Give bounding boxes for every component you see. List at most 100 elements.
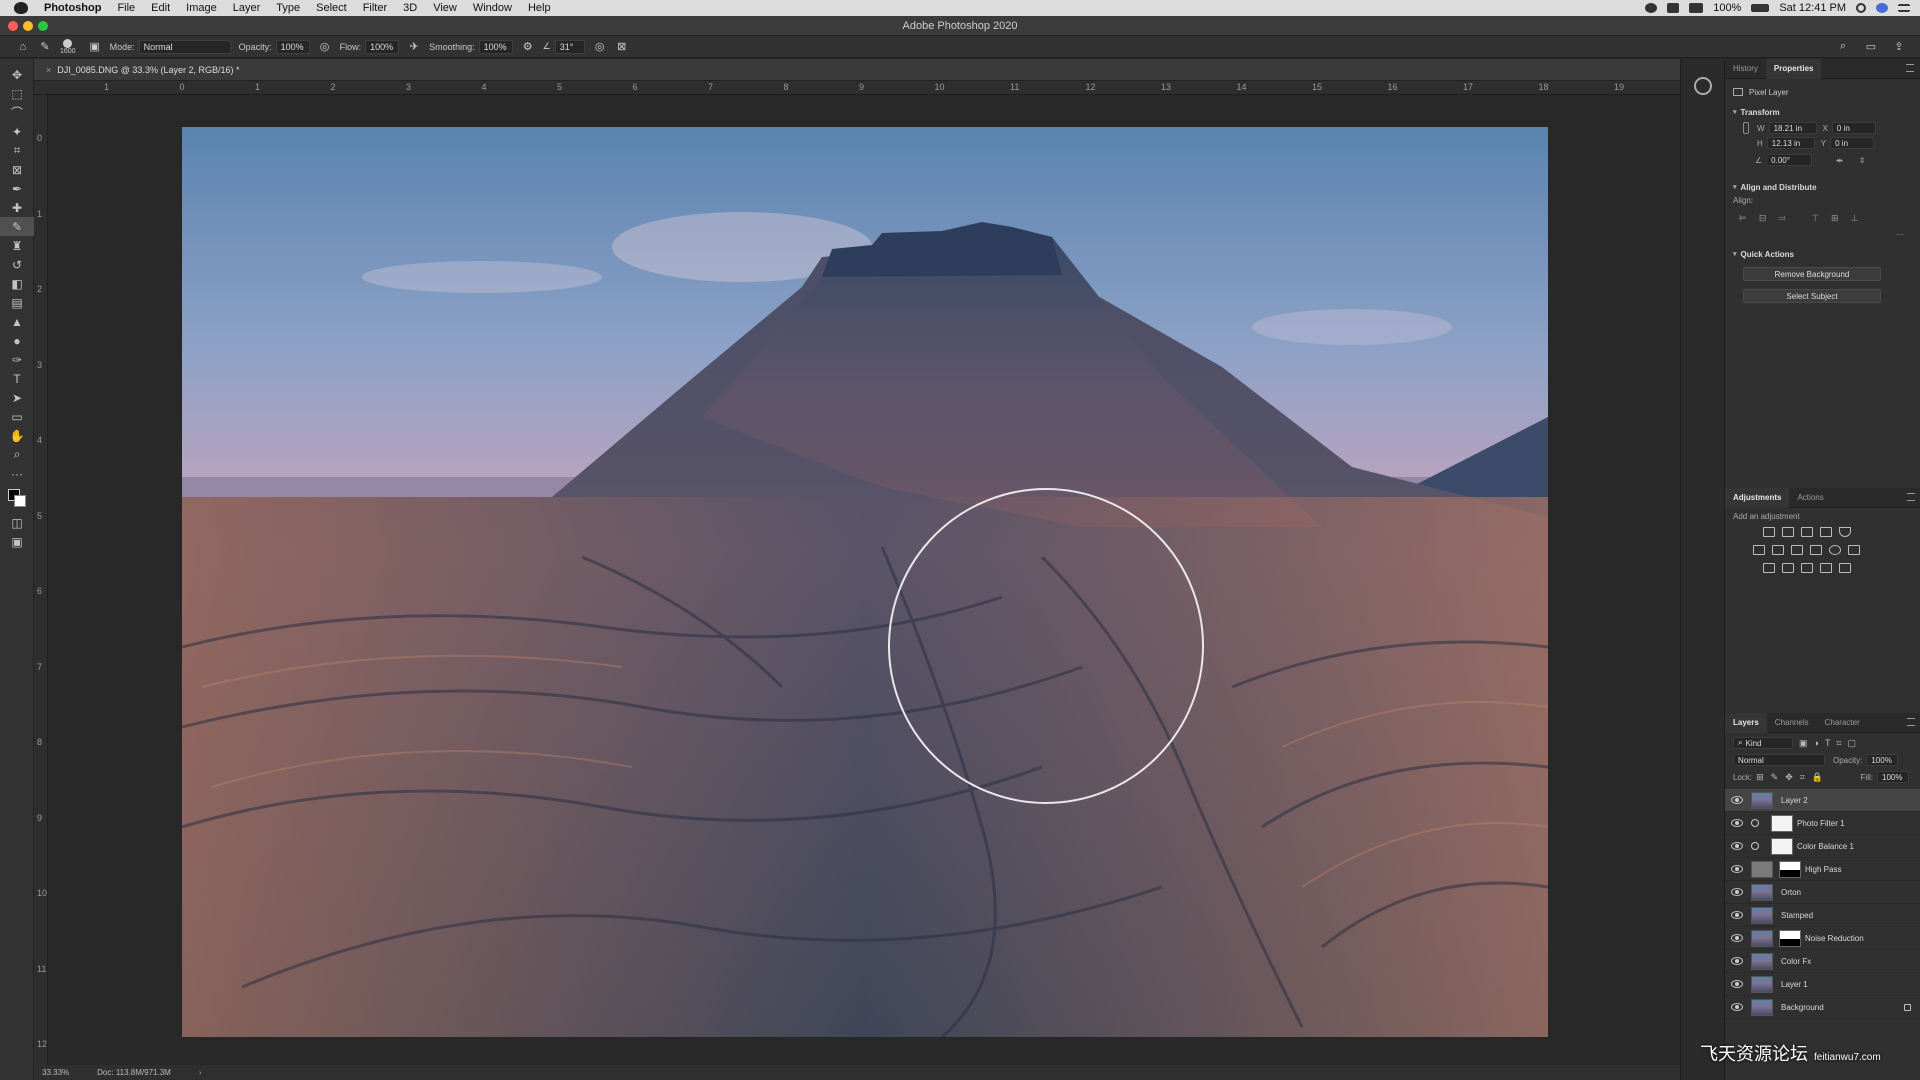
zoom-window-button[interactable] bbox=[38, 21, 48, 31]
brush-settings-icon[interactable]: ▣ bbox=[88, 40, 102, 54]
close-document-icon[interactable]: × bbox=[46, 65, 51, 75]
lock-icon[interactable] bbox=[1904, 1003, 1911, 1011]
visibility-eye-icon[interactable] bbox=[1731, 888, 1743, 896]
document-image[interactable] bbox=[182, 127, 1548, 1037]
siri-icon[interactable] bbox=[1876, 3, 1888, 13]
edit-toolbar-icon[interactable]: ··· bbox=[0, 464, 34, 483]
layer-mask-thumbnail[interactable] bbox=[1771, 837, 1793, 855]
fill-field[interactable]: 100% bbox=[1877, 771, 1909, 783]
eyedropper-tool-icon[interactable]: ✒ bbox=[0, 179, 34, 198]
pressure-opacity-icon[interactable]: ◎ bbox=[318, 40, 332, 54]
vibrance-icon[interactable] bbox=[1839, 527, 1851, 537]
brush-tool-icon[interactable]: ✎ bbox=[38, 40, 52, 54]
gradient-tool-icon[interactable]: ▤ bbox=[0, 293, 34, 312]
invert-icon[interactable] bbox=[1763, 563, 1775, 573]
move-tool-icon[interactable]: ✥ bbox=[0, 65, 34, 84]
canvas-area[interactable] bbox=[48, 95, 1680, 1065]
selective-color-icon[interactable] bbox=[1839, 563, 1851, 573]
record-icon[interactable] bbox=[1645, 3, 1658, 13]
opacity-field[interactable]: 100% bbox=[275, 39, 310, 54]
width-field[interactable]: 18.21 in bbox=[1768, 122, 1817, 134]
layer-row[interactable]: Color Fx bbox=[1725, 950, 1920, 973]
blend-mode-select[interactable]: Normal bbox=[1733, 754, 1825, 766]
layer-thumbnail[interactable] bbox=[1751, 883, 1773, 901]
y-field[interactable]: 0 in bbox=[1830, 137, 1875, 149]
hand-tool-icon[interactable]: ✋ bbox=[0, 426, 34, 445]
visibility-eye-icon[interactable] bbox=[1731, 865, 1743, 873]
link-icon[interactable] bbox=[1743, 122, 1749, 134]
zoom-tool-icon[interactable]: ⌕ bbox=[0, 445, 34, 464]
zoom-level[interactable]: 33.33% bbox=[42, 1068, 69, 1077]
background-color-swatch[interactable] bbox=[14, 495, 26, 507]
visibility-eye-icon[interactable] bbox=[1731, 911, 1743, 919]
align-bottom-icon[interactable]: ⊥ bbox=[1851, 213, 1859, 224]
wifi-icon[interactable] bbox=[1689, 3, 1704, 13]
doc-size[interactable]: Doc: 113.8M/971.3M bbox=[97, 1068, 171, 1077]
notification-center-icon[interactable] bbox=[1898, 4, 1910, 12]
menu-layer[interactable]: Layer bbox=[225, 2, 269, 14]
mode-select[interactable]: Normal bbox=[138, 39, 231, 54]
visibility-eye-icon[interactable] bbox=[1731, 980, 1743, 988]
tab-history[interactable]: History bbox=[1725, 59, 1766, 79]
channel-mixer-icon[interactable] bbox=[1829, 545, 1841, 555]
layer-thumbnail[interactable] bbox=[1751, 975, 1773, 993]
search-icon[interactable]: ⌕ bbox=[1836, 40, 1850, 54]
tab-adjustments[interactable]: Adjustments bbox=[1725, 487, 1790, 508]
lasso-tool-icon[interactable]: ⌒ bbox=[0, 103, 34, 122]
quick-selection-tool-icon[interactable]: ✦ bbox=[0, 122, 34, 141]
filter-type-icons[interactable]: ▣◑T⌗▢ bbox=[1799, 738, 1862, 749]
brush-preset-picker[interactable]: 1600 bbox=[60, 38, 76, 55]
spotlight-search-icon[interactable] bbox=[1856, 3, 1866, 13]
cloud-icon[interactable] bbox=[1667, 3, 1680, 13]
layer-row[interactable]: Stamped bbox=[1725, 904, 1920, 927]
menu-app[interactable]: Photoshop bbox=[36, 2, 109, 14]
align-left-icon[interactable]: ⊨ bbox=[1739, 213, 1747, 224]
symmetry-icon[interactable]: ⊠ bbox=[615, 40, 629, 54]
apple-menu-icon[interactable] bbox=[14, 2, 28, 14]
gradient-map-icon[interactable] bbox=[1820, 563, 1832, 573]
photo-filter-icon[interactable] bbox=[1810, 545, 1822, 555]
layer-row[interactable]: Photo Filter 1 bbox=[1725, 812, 1920, 835]
menu-image[interactable]: Image bbox=[178, 2, 225, 14]
menu-file[interactable]: File bbox=[109, 2, 143, 14]
tab-properties[interactable]: Properties bbox=[1765, 58, 1822, 79]
tab-channels[interactable]: Channels bbox=[1767, 713, 1817, 733]
smoothing-field[interactable]: 100% bbox=[478, 39, 513, 54]
hue-saturation-icon[interactable] bbox=[1753, 545, 1765, 555]
align-right-icon[interactable]: ⫤ bbox=[1778, 213, 1785, 224]
brightness-contrast-icon[interactable] bbox=[1763, 527, 1775, 537]
x-field[interactable]: 0 in bbox=[1831, 122, 1876, 134]
menu-window[interactable]: Window bbox=[465, 2, 520, 14]
align-top-icon[interactable]: ⊤ bbox=[1811, 213, 1819, 224]
minimize-window-button[interactable] bbox=[23, 21, 33, 31]
posterize-icon[interactable] bbox=[1782, 563, 1794, 573]
menu-view[interactable]: View bbox=[425, 2, 465, 14]
rectangle-tool-icon[interactable]: ▭ bbox=[0, 407, 34, 426]
layer-mask-thumbnail[interactable] bbox=[1779, 929, 1801, 947]
curves-icon[interactable] bbox=[1801, 527, 1813, 537]
clock[interactable]: Sat 12:41 PM bbox=[1779, 2, 1846, 14]
select-subject-button[interactable]: Select Subject bbox=[1743, 289, 1881, 303]
layer-thumbnail[interactable] bbox=[1751, 860, 1773, 878]
flip-vertical-icon[interactable]: ⇳ bbox=[1859, 156, 1866, 165]
layer-mask-thumbnail[interactable] bbox=[1771, 814, 1793, 832]
battery-icon[interactable] bbox=[1751, 4, 1770, 12]
layer-row[interactable]: Orton bbox=[1725, 881, 1920, 904]
black-white-icon[interactable] bbox=[1791, 545, 1803, 555]
visibility-eye-icon[interactable] bbox=[1731, 819, 1743, 827]
menu-edit[interactable]: Edit bbox=[143, 2, 178, 14]
menu-type[interactable]: Type bbox=[268, 2, 308, 14]
more-options-icon[interactable]: ··· bbox=[1733, 230, 1912, 239]
layer-thumbnail[interactable] bbox=[1751, 998, 1773, 1016]
status-arrow-icon[interactable]: › bbox=[199, 1068, 202, 1077]
color-swatches[interactable] bbox=[0, 483, 33, 513]
eraser-tool-icon[interactable]: ◧ bbox=[0, 274, 34, 293]
marquee-tool-icon[interactable]: ⬚ bbox=[0, 84, 34, 103]
tab-actions[interactable]: Actions bbox=[1789, 488, 1831, 508]
levels-icon[interactable] bbox=[1782, 527, 1794, 537]
clone-stamp-tool-icon[interactable]: ♜ bbox=[0, 236, 34, 255]
history-panel-icon[interactable] bbox=[1693, 77, 1712, 95]
visibility-eye-icon[interactable] bbox=[1731, 957, 1743, 965]
transform-header[interactable]: ▾ Transform bbox=[1733, 105, 1912, 119]
screen-mode-icon[interactable]: ▣ bbox=[0, 532, 34, 551]
